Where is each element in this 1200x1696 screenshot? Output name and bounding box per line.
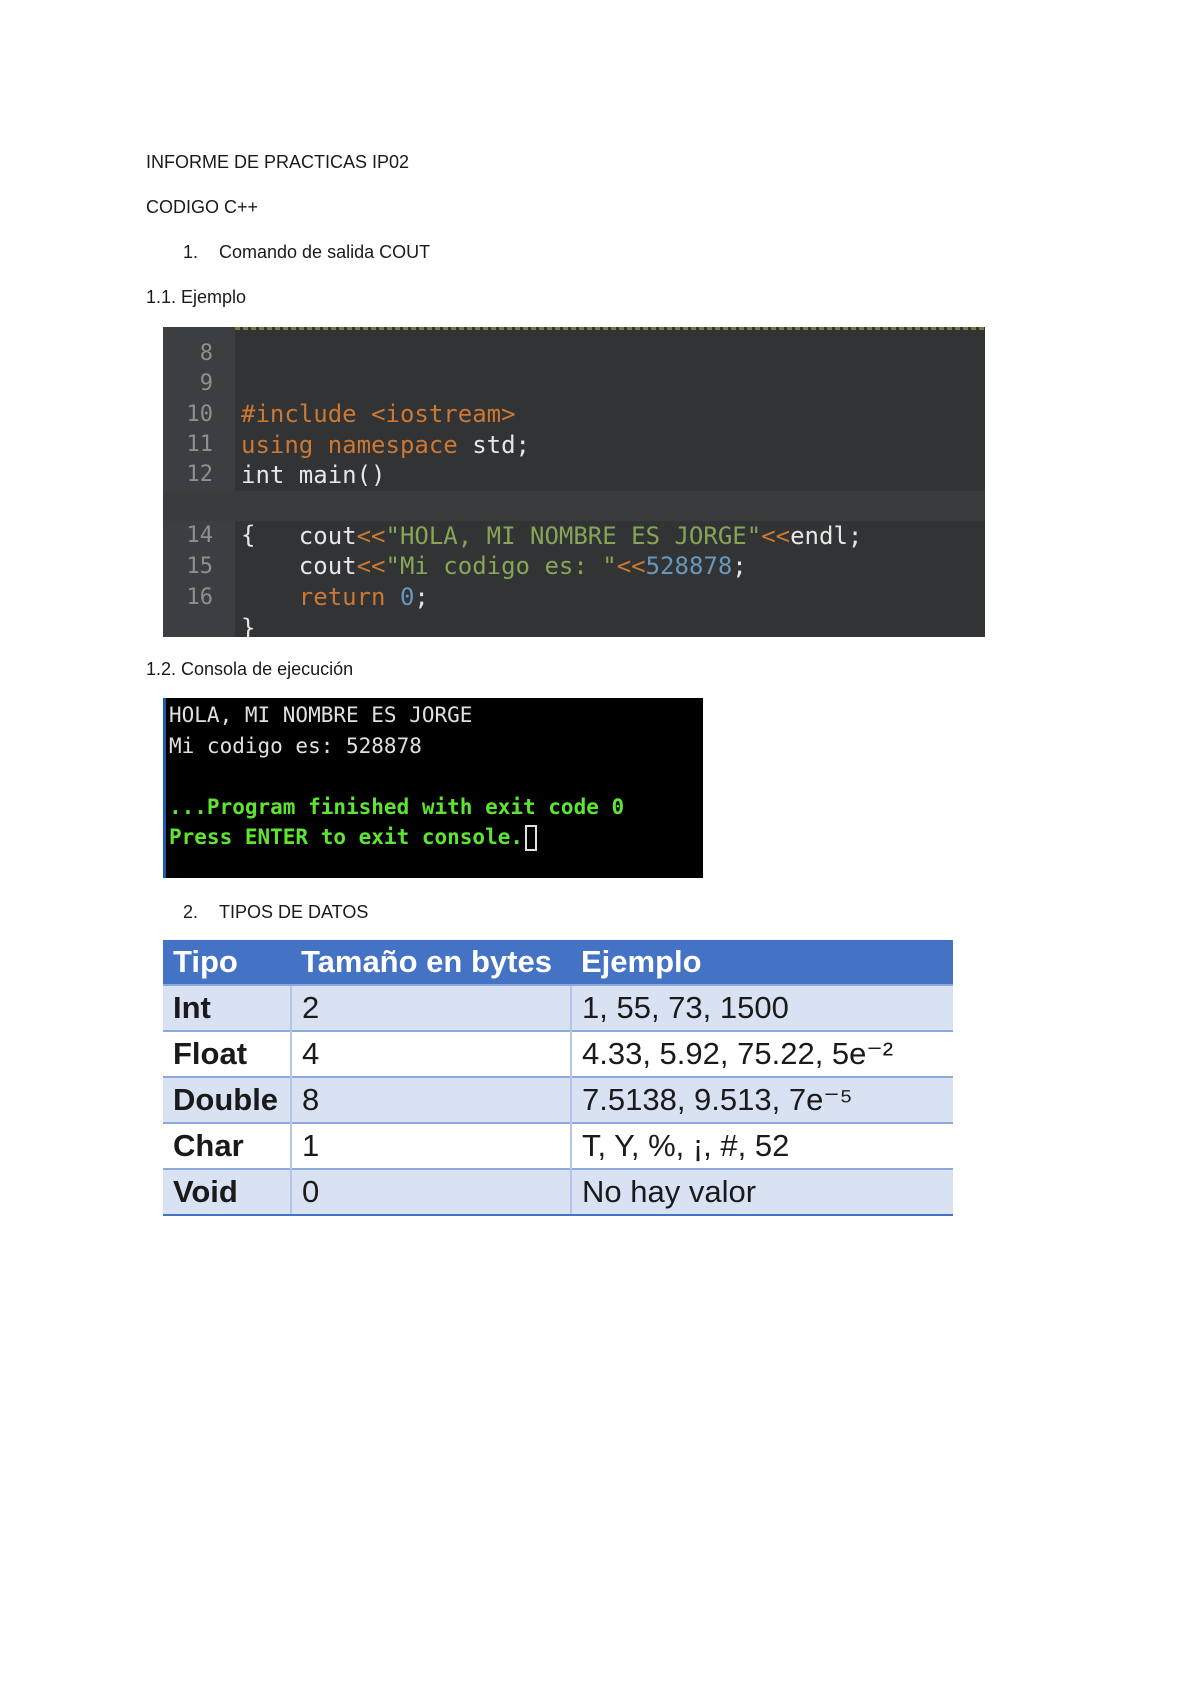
code-text: } [241, 614, 256, 637]
size-cell: 8 [290, 1076, 571, 1123]
code-line-11: 11 int main() [163, 400, 985, 489]
code-keyword: return [241, 583, 386, 611]
section-2-number: 2. [183, 902, 199, 922]
code-line-12: 12 ▾ { [163, 430, 985, 549]
type-cell: Int [163, 984, 291, 1031]
report-title: INFORME DE PRACTICAS IP02 [146, 152, 410, 172]
code-text: ; [414, 583, 429, 611]
code-editor-screenshot: 8 9 #include <iostream> 10 using namespa… [163, 327, 985, 637]
column-header-size: Tamaño en bytes [291, 940, 571, 985]
code-line-16: 16 } [163, 553, 985, 637]
console-prompt-text: Press ENTER to exit console. [169, 825, 524, 849]
table-row: Char 1 T, Y, %, ¡, #, 52 [163, 1122, 953, 1169]
subsection-1-2-heading: 1.2. Consola de ejecución [146, 659, 354, 679]
subsection-1-1-heading: 1.1. Ejemplo [146, 287, 247, 307]
code-line-9: 9 #include <iostream> [163, 339, 985, 428]
code-line-14-active: 14 cout<<"Mi codigo es: "<<528878; [163, 491, 985, 580]
console-output-screenshot: HOLA, MI NOMBRE ES JORGE Mi codigo es: 5… [163, 698, 703, 878]
line-number: 16 [186, 585, 214, 610]
code-line-8: 8 [163, 327, 985, 366]
example-cell: T, Y, %, ¡, #, 52 [570, 1122, 953, 1169]
type-cell: Float [163, 1030, 291, 1077]
table-row: Float 4 4.33, 5.92, 75.22, 5e⁻² [163, 1030, 953, 1077]
table-header-row: Tipo Tamaño en bytes Ejemplo [163, 940, 953, 985]
console-line-3: ...Program finished with exit code 0 [169, 795, 625, 819]
code-line-10: 10 using namespace std; [163, 370, 985, 459]
size-cell: 4 [290, 1030, 571, 1077]
type-cell: Char [163, 1122, 291, 1169]
type-cell: Void [163, 1168, 291, 1216]
size-cell: 2 [290, 984, 571, 1031]
size-cell: 0 [290, 1168, 571, 1216]
section-1-number: 1. [183, 242, 199, 262]
report-subtitle: CODIGO C++ [146, 197, 259, 217]
type-cell: Double [163, 1076, 291, 1123]
data-types-table: Tipo Tamaño en bytes Ejemplo Int 2 1, 55… [163, 940, 953, 1216]
section-2-heading: TIPOS DE DATOS [219, 902, 369, 922]
code-line-15: 15 return 0; [163, 522, 985, 611]
console-line-4: Press ENTER to exit console. [169, 822, 538, 852]
code-number: 0 [385, 583, 415, 611]
column-header-example: Ejemplo [571, 940, 953, 985]
example-cell: 7.5138, 9.513, 7e⁻⁵ [570, 1076, 953, 1123]
size-cell: 1 [290, 1122, 571, 1169]
table-row: Double 8 7.5138, 9.513, 7e⁻⁵ [163, 1076, 953, 1123]
console-line-1: HOLA, MI NOMBRE ES JORGE [169, 703, 473, 727]
table-row: Int 2 1, 55, 73, 1500 [163, 984, 953, 1031]
cursor-icon [525, 825, 538, 851]
section-1-heading: Comando de salida COUT [219, 242, 431, 262]
example-cell: 4.33, 5.92, 75.22, 5e⁻² [570, 1030, 953, 1077]
table-row: Void 0 No hay valor [163, 1168, 953, 1216]
console-line-2: Mi codigo es: 528878 [169, 734, 422, 758]
example-cell: 1, 55, 73, 1500 [570, 984, 953, 1031]
example-cell: No hay valor [570, 1168, 953, 1216]
column-header-tipo: Tipo [163, 940, 291, 985]
code-line-13: 13 cout<<"HOLA, MI NOMBRE ES JORGE"<<end… [163, 461, 985, 550]
